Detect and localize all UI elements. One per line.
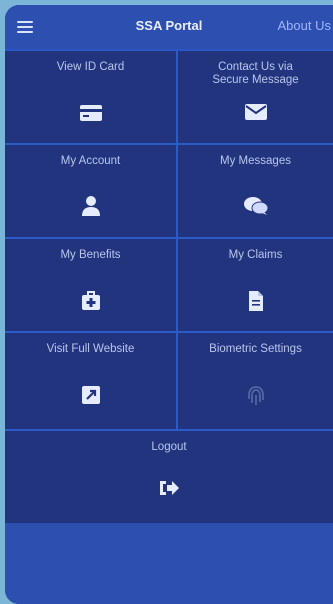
grid-divider-vertical bbox=[176, 51, 178, 429]
tile-label: View ID Card bbox=[56, 61, 125, 73]
tile-label: Contact Us via Secure Message bbox=[212, 61, 299, 86]
tile-label: My Account bbox=[60, 155, 121, 167]
tile-label: My Benefits bbox=[60, 249, 121, 261]
top-bar: SSA Portal About Us bbox=[5, 5, 333, 51]
id-card-icon bbox=[79, 105, 102, 121]
my-account-tile[interactable]: My Account bbox=[5, 145, 176, 237]
user-icon bbox=[81, 196, 100, 216]
my-claims-tile[interactable]: My Claims bbox=[178, 239, 333, 331]
tile-label: My Claims bbox=[228, 249, 283, 261]
logout-label: Logout bbox=[151, 441, 187, 453]
medical-kit-icon bbox=[81, 291, 100, 310]
view-id-card-tile[interactable]: View ID Card bbox=[5, 51, 176, 143]
app-screen: SSA Portal About Us View ID Card Contact… bbox=[5, 5, 333, 604]
grid-divider bbox=[5, 331, 333, 333]
logout-tile[interactable]: Logout bbox=[5, 431, 333, 523]
logout-icon bbox=[160, 481, 179, 495]
visit-full-website-tile[interactable]: Visit Full Website bbox=[5, 333, 176, 429]
external-link-icon bbox=[81, 386, 100, 404]
tile-label: My Messages bbox=[220, 155, 291, 167]
contact-secure-message-tile[interactable]: Contact Us via Secure Message bbox=[178, 51, 333, 143]
my-messages-tile[interactable]: My Messages bbox=[178, 145, 333, 237]
my-benefits-tile[interactable]: My Benefits bbox=[5, 239, 176, 331]
chat-bubbles-icon bbox=[243, 197, 268, 215]
document-icon bbox=[248, 291, 263, 311]
biometric-settings-tile[interactable]: Biometric Settings bbox=[178, 333, 333, 429]
tile-label: Biometric Settings bbox=[209, 343, 302, 355]
tile-label: Visit Full Website bbox=[46, 343, 135, 355]
grid-divider bbox=[5, 143, 333, 145]
grid-divider bbox=[5, 237, 333, 239]
bottom-bar bbox=[5, 523, 333, 604]
envelope-icon bbox=[244, 104, 267, 120]
fingerprint-icon bbox=[247, 386, 264, 405]
about-us-link[interactable]: About Us bbox=[278, 18, 331, 33]
